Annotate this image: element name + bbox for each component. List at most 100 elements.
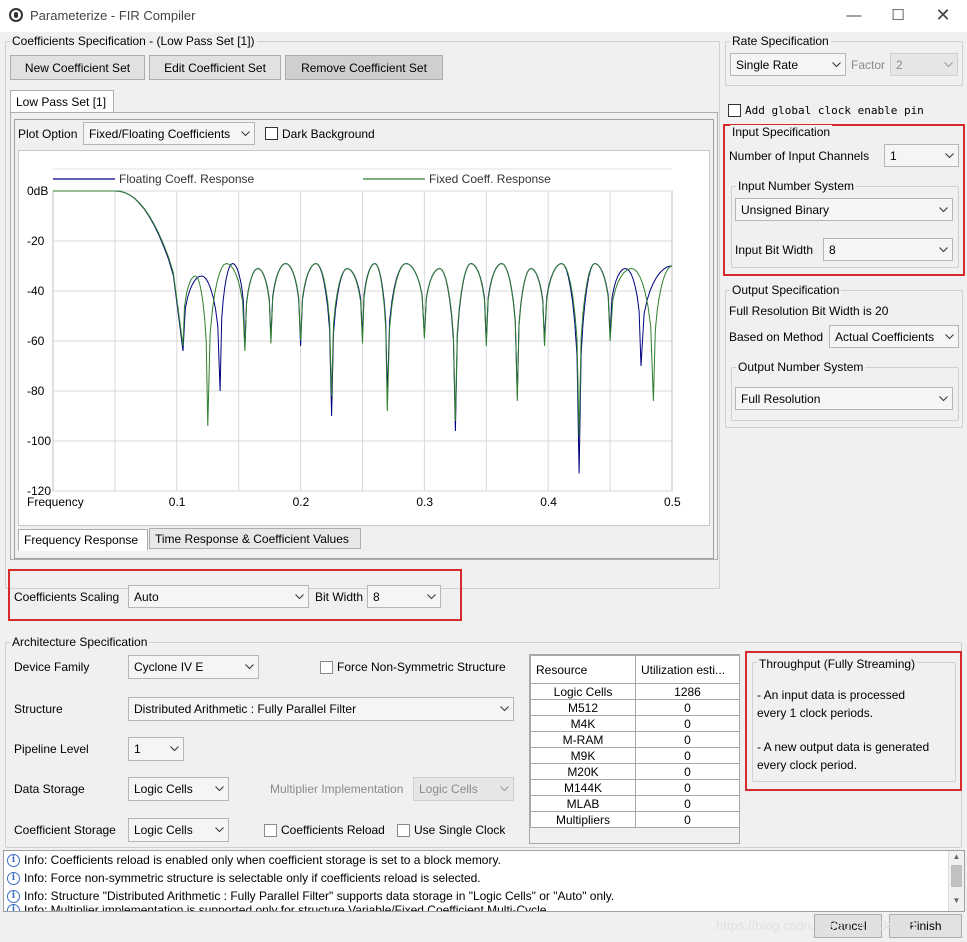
tab-low-pass-set[interactable]: Low Pass Set [1]	[10, 90, 114, 113]
utilization-cell: 0	[635, 779, 740, 796]
structure-select[interactable]: Distributed Arithmetic : Fully Parallel …	[128, 697, 514, 721]
output-spec-title: Output Specification	[730, 283, 842, 297]
utilization-cell: 0	[635, 747, 740, 764]
scroll-up-icon[interactable]: ▲	[949, 851, 964, 863]
chevron-down-icon	[934, 239, 952, 260]
utilization-header[interactable]: Utilization esti...	[635, 655, 740, 684]
x-tick-label: 0.4	[540, 495, 557, 509]
factor-label: Factor	[851, 58, 886, 72]
data-storage-select[interactable]: Logic Cells	[128, 777, 229, 801]
input-bit-width-label: Input Bit Width	[735, 243, 814, 257]
edit-coefficient-set-button[interactable]: Edit Coefficient Set	[149, 55, 281, 80]
info-message-text: Info: Structure "Distributed Arithmetic …	[24, 889, 615, 903]
device-family-select[interactable]: Cyclone IV E	[128, 655, 259, 679]
multiplier-implementation-label: Multiplier Implementation	[270, 782, 404, 796]
resource-row: Logic Cells 1286	[530, 683, 740, 700]
chevron-down-icon	[934, 199, 952, 220]
resource-row: M9K 0	[530, 747, 740, 764]
x-tick-label: 0.5	[664, 495, 681, 509]
chevron-down-icon	[240, 656, 258, 678]
info-message-text: Info: Coefficients reload is enabled onl…	[24, 853, 501, 867]
y-tick-label: -100	[27, 434, 51, 448]
chevron-down-icon	[422, 586, 440, 607]
plot-option-value: Fixed/Floating Coefficients	[89, 126, 231, 141]
utilization-cell: 0	[635, 715, 740, 732]
resource-header[interactable]: Resource	[530, 655, 636, 684]
input-number-system-select[interactable]: Unsigned Binary	[735, 198, 953, 221]
resource-name-cell: M4K	[530, 715, 636, 732]
throughput-line-3: - A new output data is generated	[757, 740, 930, 754]
input-bit-width-select[interactable]: 8	[823, 238, 953, 261]
bit-width-select[interactable]: 8	[367, 585, 441, 608]
y-tick-label: -60	[27, 334, 45, 348]
info-icon: i	[7, 871, 20, 885]
resource-row: Multipliers 0	[530, 811, 740, 828]
minimize-icon[interactable]: —	[831, 0, 877, 32]
pipeline-level-select[interactable]: 1	[128, 737, 184, 761]
input-bit-width-value: 8	[829, 242, 836, 257]
resource-name-cell: MLAB	[530, 795, 636, 812]
utilization-cell: 0	[635, 699, 740, 716]
legend-label: Floating Coeff. Response	[119, 172, 255, 186]
remove-coefficient-set-button[interactable]: Remove Coefficient Set	[285, 55, 443, 80]
info-icon: i	[7, 889, 20, 903]
chevron-down-icon	[495, 778, 513, 800]
coefficients-scaling-select[interactable]: Auto	[128, 585, 309, 608]
info-message-list: i Info: Coefficients reload is enabled on…	[3, 850, 965, 912]
device-family-label: Device Family	[14, 660, 90, 674]
chevron-down-icon	[940, 326, 958, 347]
scroll-down-icon[interactable]: ▼	[949, 895, 964, 907]
rate-value: Single Rate	[736, 57, 799, 72]
data-storage-label: Data Storage	[14, 782, 85, 796]
scroll-thumb[interactable]	[951, 865, 962, 887]
multiplier-implementation-select[interactable]: Logic Cells	[413, 777, 514, 801]
output-number-system-select[interactable]: Full Resolution	[735, 387, 953, 410]
info-message-text: Info: Multiplier implementation is suppo…	[24, 903, 547, 912]
use-single-clock-checkbox[interactable]	[397, 824, 410, 837]
use-single-clock-label: Use Single Clock	[414, 823, 506, 837]
input-channels-value: 1	[890, 148, 897, 163]
force-non-symmetric-label: Force Non-Symmetric Structure	[337, 660, 506, 674]
info-scrollbar[interactable]: ▲ ▼	[948, 851, 964, 911]
plot-option-select[interactable]: Fixed/Floating Coefficients	[83, 122, 255, 145]
throughput-line-4: every clock period.	[757, 758, 858, 772]
coefficients-scaling-value: Auto	[134, 589, 159, 604]
utilization-cell: 0	[635, 811, 740, 828]
coefficients-reload-checkbox[interactable]	[264, 824, 277, 837]
x-tick-label: 0.3	[416, 495, 433, 509]
coefficient-storage-select[interactable]: Logic Cells	[128, 818, 229, 842]
chevron-down-icon	[290, 586, 308, 607]
coefficients-reload-label: Coefficients Reload	[281, 823, 385, 837]
output-number-system-value: Full Resolution	[741, 391, 821, 406]
coefficient-storage-value: Logic Cells	[134, 823, 193, 837]
chevron-down-icon	[165, 738, 183, 760]
throughput-line-2: every 1 clock periods.	[757, 706, 874, 720]
tab-frequency-response[interactable]: Frequency Response	[18, 529, 148, 551]
factor-select[interactable]: 2	[890, 53, 958, 76]
chevron-down-icon	[495, 698, 513, 720]
input-channels-select[interactable]: 1	[884, 144, 959, 167]
coefficients-scaling-label: Coefficients Scaling	[14, 590, 120, 604]
global-clock-enable-checkbox[interactable]	[728, 104, 741, 117]
force-non-symmetric-checkbox[interactable]	[320, 661, 333, 674]
based-on-method-value: Actual Coefficients	[835, 329, 935, 344]
based-on-method-select[interactable]: Actual Coefficients	[829, 325, 959, 348]
architecture-spec-title: Architecture Specification	[10, 635, 150, 649]
tab-time-response[interactable]: Time Response & Coefficient Values	[149, 528, 361, 549]
dark-background-label: Dark Background	[282, 127, 375, 141]
resource-row: M-RAM 0	[530, 731, 740, 748]
chevron-down-icon	[210, 819, 228, 841]
info-message: i Info: Coefficients reload is enabled on…	[4, 851, 964, 869]
y-tick-label: 0dB	[27, 184, 48, 198]
close-icon[interactable]: ✕	[920, 0, 966, 32]
new-coefficient-set-button[interactable]: New Coefficient Set	[10, 55, 145, 80]
dark-background-checkbox[interactable]	[265, 127, 278, 140]
chart-frame: 0dB -20 -40 -60 -80 -100 -120 0.1 0.2 0.3 0.4 0.5 Fr…	[18, 150, 710, 526]
resource-name-cell: M512	[530, 699, 636, 716]
maximize-icon[interactable]: ☐	[875, 0, 921, 32]
rate-select[interactable]: Single Rate	[730, 53, 846, 76]
app-icon	[9, 8, 23, 22]
info-message: i Info: Force non-symmetric structure is …	[4, 869, 964, 887]
chevron-down-icon	[236, 123, 254, 144]
data-storage-value: Logic Cells	[134, 782, 193, 796]
